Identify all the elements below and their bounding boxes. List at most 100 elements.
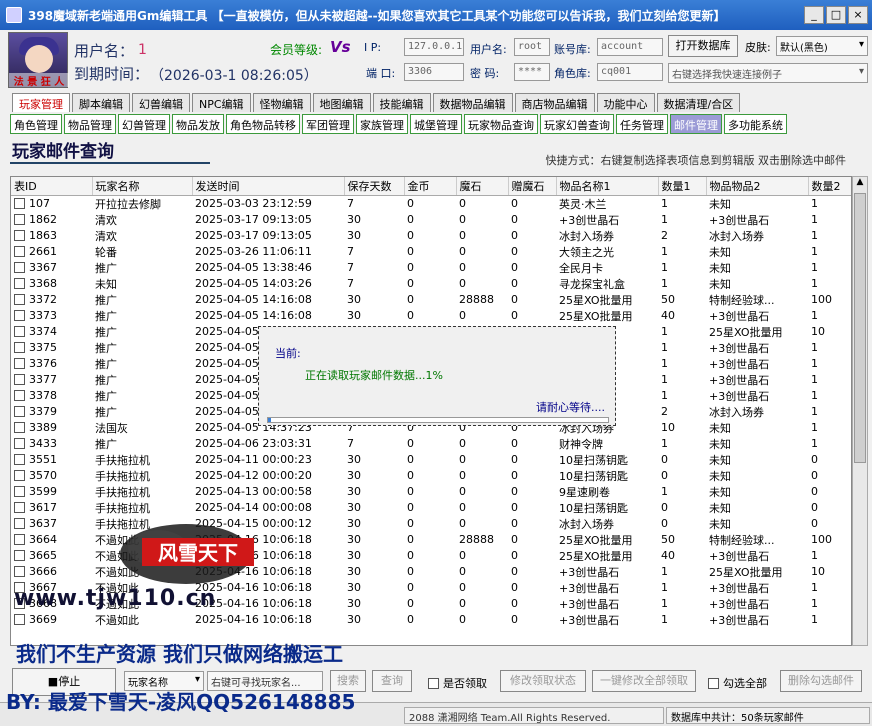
table-row[interactable]: 3599 手扶拖拉机 2025-04-13 00:00:58 30 0 0 0 9星速刷卷 1 未… [11, 484, 851, 500]
row-checkbox[interactable] [14, 390, 25, 401]
skin-select[interactable]: 默认(黑色) ▾ [776, 36, 868, 56]
open-database-button[interactable]: 打开数据库 [668, 35, 738, 57]
table-row[interactable]: 3373 推广 2025-04-05 14:16:08 30 0 0 0 25星XO批量用 40… [11, 308, 851, 324]
tab-function-center[interactable]: 功能中心 [596, 93, 655, 112]
subtab-mail[interactable]: 邮件管理 [670, 114, 722, 134]
row-checkbox[interactable] [14, 470, 25, 481]
db-user-field[interactable]: root [514, 38, 550, 56]
table-row[interactable]: 3372 推广 2025-04-05 14:16:08 30 0 28888 0 25星XO批… [11, 292, 851, 308]
claimed-checkbox[interactable]: 是否领取 [428, 675, 487, 691]
row-checkbox[interactable] [14, 374, 25, 385]
table-row[interactable]: 3617 手扶拖拉机 2025-04-14 00:00:08 30 0 0 0 10星扫荡钥匙… [11, 500, 851, 516]
column-header[interactable]: 保存天数 [344, 177, 405, 196]
tab-pet-edit[interactable]: 幻兽编辑 [132, 93, 190, 112]
tab-skill-edit[interactable]: 技能编辑 [372, 93, 431, 112]
scrollbar-thumb[interactable] [854, 193, 866, 463]
row-checkbox[interactable] [14, 262, 25, 273]
column-header[interactable]: 物品名称1 [556, 177, 659, 196]
column-header[interactable]: 物品物品2 [706, 177, 809, 196]
row-checkbox[interactable] [14, 358, 25, 369]
tab-map-edit[interactable]: 地图编辑 [312, 93, 371, 112]
table-row[interactable]: 3367 推广 2025-04-05 13:38:46 7 0 0 0 全民月卡 1 未知 1 [11, 260, 851, 276]
row-checkbox[interactable] [14, 342, 25, 353]
tab-player-management[interactable]: 玩家管理 [12, 93, 70, 112]
tab-npc-edit[interactable]: NPC编辑 [192, 93, 251, 112]
subtab-family[interactable]: 家族管理 [356, 114, 408, 134]
row-checkbox[interactable] [14, 518, 25, 529]
row-checkbox[interactable] [14, 246, 25, 257]
column-header[interactable]: 赠魔石 [508, 177, 557, 196]
table-row[interactable]: 3669 不過如此 2025-04-16 10:06:18 30 0 0 0 +3创世晶石 1 +… [11, 612, 851, 628]
column-header[interactable]: 数量1 [658, 177, 707, 196]
quick-connect-select[interactable]: 右键选择我快速连接例子 ▾ [668, 63, 868, 83]
table-scrollbar[interactable]: ▲ [852, 176, 868, 646]
subtab-role[interactable]: 角色管理 [10, 114, 62, 134]
column-header[interactable]: 数量2 [808, 177, 851, 196]
row-checkbox[interactable] [14, 566, 25, 577]
row-checkbox[interactable] [14, 422, 25, 433]
minimize-button[interactable]: _ [804, 6, 824, 24]
subtab-item[interactable]: 物品管理 [64, 114, 116, 134]
row-checkbox[interactable] [14, 406, 25, 417]
subtab-task[interactable]: 任务管理 [616, 114, 668, 134]
table-cell: 0 [459, 485, 466, 498]
subtab-item-grant[interactable]: 物品发放 [172, 114, 224, 134]
scroll-up-icon[interactable]: ▲ [853, 177, 867, 191]
column-header[interactable]: 魔石 [456, 177, 509, 196]
tab-data-cleanup[interactable]: 数据清理/合区 [656, 93, 741, 112]
tab-item-data-edit[interactable]: 数据物品编辑 [432, 93, 513, 112]
table-cell: 未知 [709, 437, 731, 451]
ip-field[interactable]: 127.0.0.1 [404, 38, 464, 56]
account-db-field[interactable]: account [597, 38, 663, 56]
table-row[interactable]: 3433 推广 2025-04-06 23:03:31 7 0 0 0 财神令牌 1 未知 1 [11, 436, 851, 452]
table-row[interactable]: 2661 轮番 2025-03-26 11:06:11 7 0 0 0 大领主之光 1 未知 1 [11, 244, 851, 260]
row-checkbox[interactable] [14, 550, 25, 561]
select-all-checkbox[interactable]: 勾选全部 [708, 675, 767, 691]
modify-claim-status-button[interactable]: 修改领取状态 [500, 670, 586, 692]
row-checkbox[interactable] [14, 310, 25, 321]
table-cell: 未知 [709, 501, 731, 515]
table-row[interactable]: 1862 清欢 2025-03-17 09:13:05 30 0 0 0 +3创世晶石 1 +3创… [11, 212, 851, 228]
table-row[interactable]: 1863 清欢 2025-03-17 09:13:05 30 0 0 0 冰封入场券 2 冰封入场… [11, 228, 851, 244]
role-db-field[interactable]: cq001 [597, 63, 663, 81]
subtab-player-item-query[interactable]: 玩家物品查询 [464, 114, 538, 134]
db-password-field[interactable]: **** [514, 63, 550, 81]
subtab-legion[interactable]: 军团管理 [302, 114, 354, 134]
column-header[interactable]: 玩家名称 [92, 177, 193, 196]
table-row[interactable]: 107 开拉拉去修脚 2025-03-03 23:12:59 7 0 0 0 英灵·木兰 1 未知… [11, 195, 851, 212]
row-checkbox[interactable] [14, 230, 25, 241]
row-checkbox[interactable] [14, 486, 25, 497]
column-header[interactable]: 表ID [11, 177, 93, 196]
subtab-pet[interactable]: 幻兽管理 [118, 114, 170, 134]
modify-all-claimed-button[interactable]: 一键修改全部领取 [592, 670, 696, 692]
subtab-multi-system[interactable]: 多功能系统 [724, 114, 787, 134]
table-row[interactable]: 3551 手扶拖拉机 2025-04-11 00:00:23 30 0 0 0 10星扫荡钥匙… [11, 452, 851, 468]
row-checkbox[interactable] [14, 198, 25, 209]
tab-monster-edit[interactable]: 怪物编辑 [252, 93, 311, 112]
row-checkbox[interactable] [14, 614, 25, 625]
table-row[interactable]: 3570 手扶拖拉机 2025-04-12 00:00:20 30 0 0 0 10星扫荡钥匙… [11, 468, 851, 484]
column-header[interactable]: 金币 [404, 177, 457, 196]
delete-checked-mail-button[interactable]: 删除勾选邮件 [780, 670, 862, 692]
table-cell: 冰封入场券 [709, 229, 764, 243]
subtab-player-pet-query[interactable]: 玩家幻兽查询 [540, 114, 614, 134]
row-checkbox[interactable] [14, 454, 25, 465]
tab-script-edit[interactable]: 脚本编辑 [72, 93, 130, 112]
row-checkbox[interactable] [14, 214, 25, 225]
row-checkbox[interactable] [14, 326, 25, 337]
row-checkbox[interactable] [14, 534, 25, 545]
row-checkbox[interactable] [14, 294, 25, 305]
column-header[interactable]: 发送时间 [192, 177, 345, 196]
table-row[interactable]: 3368 未知 2025-04-05 14:03:26 7 0 0 0 寻龙探宝礼盒 1 未知 1 [11, 276, 851, 292]
port-field[interactable]: 3306 [404, 63, 464, 81]
row-checkbox[interactable] [14, 278, 25, 289]
subtab-item-transfer[interactable]: 角色物品转移 [226, 114, 300, 134]
tab-shop-item-edit[interactable]: 商店物品编辑 [514, 93, 595, 112]
subtab-castle[interactable]: 城堡管理 [410, 114, 462, 134]
status-mail-count: 数据库中共计：50条玩家邮件 [666, 707, 870, 724]
row-checkbox[interactable] [14, 438, 25, 449]
query-button[interactable]: 查询 [372, 670, 412, 692]
row-checkbox[interactable] [14, 502, 25, 513]
close-button[interactable]: × [848, 6, 868, 24]
maximize-button[interactable]: □ [826, 6, 846, 24]
